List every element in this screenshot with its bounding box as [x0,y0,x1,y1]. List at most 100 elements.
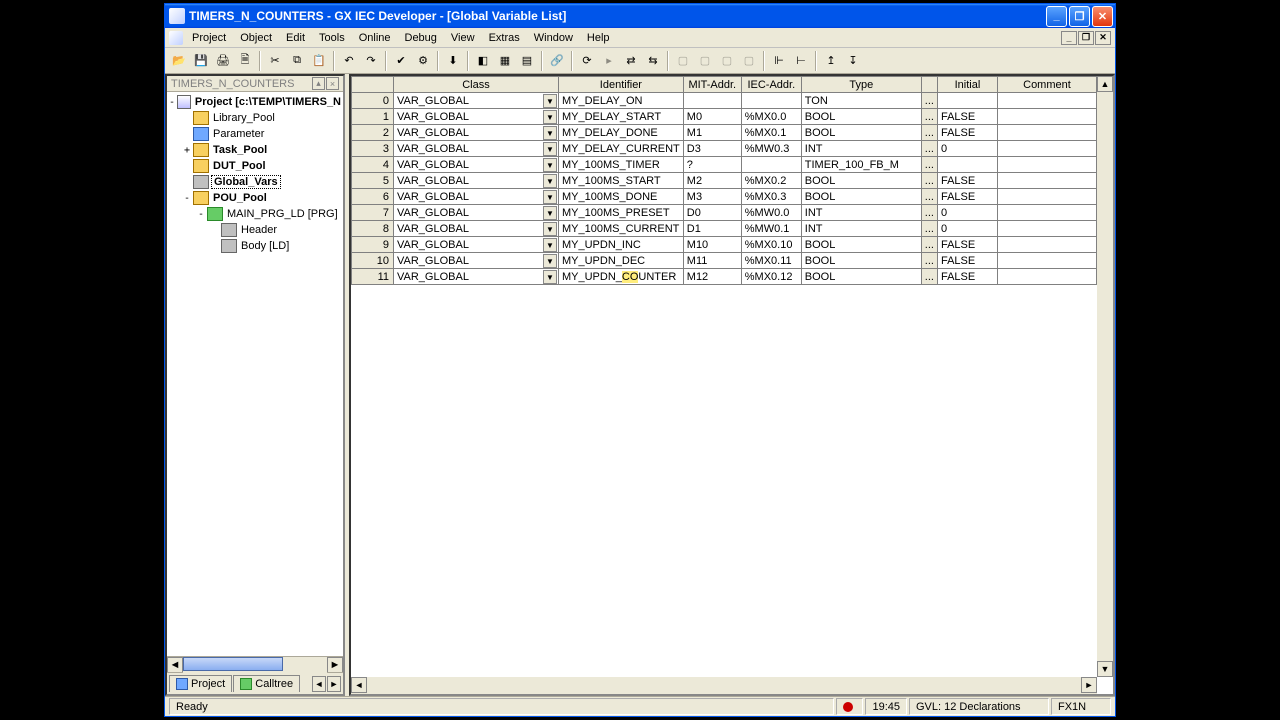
tree-node[interactable]: DUT_Pool [167,158,343,174]
table-row[interactable]: 7VAR_GLOBAL▼MY_100MS_PRESETD0%MW0.0INT..… [352,205,1097,221]
redo-icon[interactable]: ↷ [361,51,381,71]
scroll-up-icon[interactable]: ▲ [1097,76,1113,92]
grid-hscrollbar[interactable]: ◄ ► [351,677,1097,694]
scroll-left-icon[interactable]: ◄ [351,677,367,693]
dropdown-icon[interactable]: ▼ [543,158,557,172]
db-icon[interactable]: ▦ [495,51,515,71]
close-button[interactable]: ✕ [1092,6,1113,27]
tabs-next-button[interactable]: ► [327,676,341,692]
align-left-icon[interactable]: ⊩ [769,51,789,71]
tree-panel-close-icon[interactable]: × [326,77,339,90]
cell-initial[interactable]: FALSE [937,109,997,125]
cell-identifier[interactable]: MY_UPDN_INC [559,237,684,253]
mdi-minimize-button[interactable]: _ [1061,31,1077,45]
dropdown-icon[interactable]: ▼ [543,222,557,236]
cell-mit-addr[interactable]: M0 [683,109,741,125]
cell-class[interactable]: VAR_GLOBAL▼ [394,221,559,237]
menu-debug[interactable]: Debug [398,30,444,46]
tree-toggle-icon[interactable]: - [195,209,207,220]
tree-root[interactable]: Project [c:\TEMP\TIMERS_N [193,96,343,108]
table-row[interactable]: 11VAR_GLOBAL▼MY_UPDN_COUNTERM12%MX0.12BO… [352,269,1097,285]
dropdown-icon[interactable]: ▼ [543,126,557,140]
dropdown-icon[interactable]: ▼ [543,94,557,108]
cell-iec-addr[interactable]: %MX0.11 [741,253,801,269]
column-header[interactable]: Type [801,77,921,93]
cell-identifier[interactable]: MY_DELAY_CURRENT [559,141,684,157]
tree-panel-pin-icon[interactable]: ▴ [312,77,325,90]
transfer-icon[interactable]: ⇄ [621,51,641,71]
type-browse-button[interactable]: ... [921,189,937,205]
cell-class[interactable]: VAR_GLOBAL▼ [394,205,559,221]
dropdown-icon[interactable]: ▼ [543,190,557,204]
minimize-button[interactable]: _ [1046,6,1067,27]
menu-edit[interactable]: Edit [279,30,312,46]
menu-object[interactable]: Object [233,30,279,46]
scroll-down-icon[interactable]: ▼ [1097,661,1113,677]
cell-iec-addr[interactable]: %MX0.12 [741,269,801,285]
menu-extras[interactable]: Extras [482,30,527,46]
scroll-right-icon[interactable]: ► [327,657,343,673]
cell-comment[interactable] [997,221,1096,237]
cell-mit-addr[interactable]: M3 [683,189,741,205]
undo-icon[interactable]: ↶ [339,51,359,71]
menu-window[interactable]: Window [527,30,580,46]
print-icon[interactable]: 🖨 [213,51,233,71]
cell-comment[interactable] [997,189,1096,205]
maximize-button[interactable]: ❐ [1069,6,1090,27]
cell-iec-addr[interactable]: %MX0.10 [741,237,801,253]
cell-type[interactable]: TON [801,93,921,109]
align-right-icon[interactable]: ⊢ [791,51,811,71]
table-row[interactable]: 8VAR_GLOBAL▼MY_100MS_CURRENTD1%MW0.1INT.… [352,221,1097,237]
cell-comment[interactable] [997,173,1096,189]
tabs-prev-button[interactable]: ◄ [312,676,326,692]
cell-mit-addr[interactable]: M1 [683,125,741,141]
column-header[interactable] [352,77,394,93]
cell-identifier[interactable]: MY_DELAY_ON [559,93,684,109]
type-browse-button[interactable]: ... [921,109,937,125]
tree-node[interactable]: Global_Vars [167,174,343,190]
tree-item-label[interactable]: Body [LD] [239,240,291,252]
cell-iec-addr[interactable] [741,157,801,173]
cell-class[interactable]: VAR_GLOBAL▼ [394,157,559,173]
link-icon[interactable]: 🔗 [547,51,567,71]
table-row[interactable]: 0VAR_GLOBAL▼MY_DELAY_ONTON... [352,93,1097,109]
type-browse-button[interactable]: ... [921,205,937,221]
column-header[interactable] [921,77,937,93]
cell-initial[interactable]: FALSE [937,173,997,189]
copy-icon[interactable]: ⧉ [287,51,307,71]
column-header[interactable]: IEC-Addr. [741,77,801,93]
download-icon[interactable]: ⬇ [443,51,463,71]
cell-type[interactable]: INT [801,205,921,221]
cell-initial[interactable] [937,157,997,173]
cell-mit-addr[interactable]: M2 [683,173,741,189]
cell-mit-addr[interactable]: M10 [683,237,741,253]
tree-item-label[interactable]: POU_Pool [211,192,269,204]
column-header[interactable]: Comment [997,77,1096,93]
column-header[interactable]: Identifier [559,77,684,93]
dropdown-icon[interactable]: ▼ [543,174,557,188]
print-preview-icon[interactable]: 🗎 [235,51,255,71]
cell-type[interactable]: BOOL [801,189,921,205]
cell-type[interactable]: INT [801,221,921,237]
cell-mit-addr[interactable]: ? [683,157,741,173]
cell-identifier[interactable]: MY_100MS_PRESET [559,205,684,221]
menu-view[interactable]: View [444,30,482,46]
cell-iec-addr[interactable] [741,93,801,109]
cell-type[interactable]: BOOL [801,125,921,141]
grid-vscrollbar[interactable]: ▲ ▼ [1097,76,1113,677]
cell-initial[interactable] [937,93,997,109]
cell-type[interactable]: TIMER_100_FB_M [801,157,921,173]
cell-comment[interactable] [997,141,1096,157]
cell-initial[interactable]: 0 [937,205,997,221]
tree-item-label[interactable]: DUT_Pool [211,160,268,172]
dropdown-icon[interactable]: ▼ [543,254,557,268]
tree-node[interactable]: -MAIN_PRG_LD [PRG] [167,206,343,222]
transfer2-icon[interactable]: ⇆ [643,51,663,71]
cell-iec-addr[interactable]: %MX0.0 [741,109,801,125]
cell-class[interactable]: VAR_GLOBAL▼ [394,253,559,269]
cell-mit-addr[interactable]: D3 [683,141,741,157]
paste-icon[interactable]: 📋 [309,51,329,71]
cell-mit-addr[interactable]: M11 [683,253,741,269]
build-icon[interactable]: ⚙ [413,51,433,71]
cell-comment[interactable] [997,157,1096,173]
